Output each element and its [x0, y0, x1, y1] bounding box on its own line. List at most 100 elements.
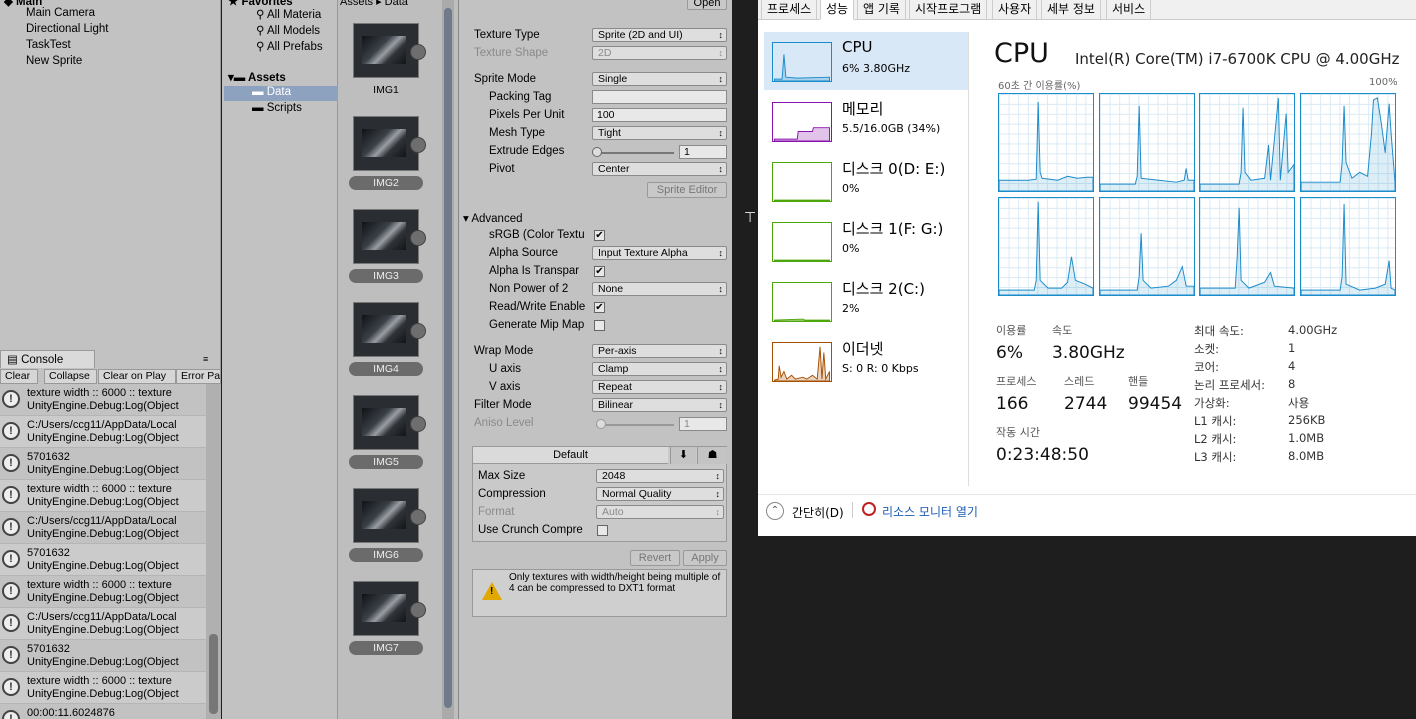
- asset-thumbnail[interactable]: [353, 209, 426, 264]
- tab-startup[interactable]: 시작프로그램: [909, 0, 988, 20]
- tab-console[interactable]: ▤ Console: [0, 350, 95, 368]
- asset-label[interactable]: IMG6: [349, 548, 423, 562]
- texture-type-dropdown[interactable]: Sprite (2D and UI): [592, 28, 727, 42]
- grid-scrollbar-thumb[interactable]: [444, 8, 452, 708]
- asset-thumbnail[interactable]: [353, 23, 426, 78]
- asset-thumbnail[interactable]: [353, 395, 426, 450]
- core-graph-line: [1099, 105, 1194, 191]
- asset-label[interactable]: IMG2: [349, 176, 423, 190]
- folder-scripts[interactable]: ▬ Scripts: [252, 102, 302, 114]
- mesh-type-dropdown[interactable]: Tight: [592, 126, 727, 140]
- fav-item-prefabs[interactable]: ⚲ All Prefabs: [256, 39, 323, 53]
- mip-map-label: Generate Mip Map: [489, 319, 585, 331]
- hierarchy-item-main-camera[interactable]: Main Camera: [26, 7, 95, 19]
- assets-folder[interactable]: ▾▬ Assets: [228, 70, 286, 84]
- perf-item[interactable]: CPU 6% 3.80GHz: [764, 32, 968, 90]
- revert-button[interactable]: Revert: [630, 550, 680, 566]
- alpha-source-dropdown[interactable]: Input Texture Alpha: [592, 246, 727, 260]
- fav-item-materials[interactable]: ⚲ All Materia: [256, 7, 321, 21]
- apply-button[interactable]: Apply: [683, 550, 727, 566]
- dark-gap: [732, 0, 758, 719]
- compression-dropdown[interactable]: Normal Quality: [596, 487, 724, 501]
- hierarchy-item-tasktest[interactable]: TaskTest: [26, 39, 71, 51]
- image-preview: [362, 36, 406, 64]
- fav-item-models[interactable]: ⚲ All Models: [256, 23, 320, 37]
- folder-icon: ▬: [252, 86, 267, 98]
- log-entry[interactable]: ! C:/Users/ccg11/AppData/Local UnityEngine…: [0, 416, 206, 448]
- breadcrumb[interactable]: Assets ▸ Data: [340, 0, 408, 8]
- asset-label[interactable]: IMG4: [349, 362, 423, 376]
- mip-map-checkbox[interactable]: [594, 320, 605, 331]
- menu-icon[interactable]: ≡: [203, 354, 208, 364]
- log-entry[interactable]: ! C:/Users/ccg11/AppData/Local UnityEngine…: [0, 512, 206, 544]
- log-entry[interactable]: ! texture width :: 6000 :: texture UnityEn…: [0, 480, 206, 512]
- log-entry[interactable]: ! 5701632 UnityEngine.Debug:Log(Object: [0, 640, 206, 672]
- scrollbar-thumb[interactable]: [209, 634, 218, 714]
- log-entry[interactable]: ! texture width :: 6000 :: texture UnityEn…: [0, 672, 206, 704]
- wrap-mode-dropdown[interactable]: Per-axis: [592, 344, 727, 358]
- log-entry[interactable]: ! texture width :: 6000 :: texture UnityEn…: [0, 576, 206, 608]
- perf-item[interactable]: 디스크 0(D: E:) 0%: [764, 152, 968, 210]
- log-entry[interactable]: ! texture width :: 6000 :: texture UnityEn…: [0, 384, 206, 416]
- perf-item[interactable]: 디스크 2(C:) 2%: [764, 272, 968, 330]
- hierarchy-item-new-sprite[interactable]: New Sprite: [26, 55, 82, 67]
- crunch-label: Use Crunch Compre: [478, 524, 583, 536]
- log-entry[interactable]: ! C:/Users/ccg11/AppData/Local UnityEngine…: [0, 608, 206, 640]
- extrude-slider-thumb[interactable]: [592, 147, 602, 157]
- sprite-mode-dropdown[interactable]: Single: [592, 72, 727, 86]
- platform-tab-default[interactable]: Default: [473, 447, 668, 464]
- error-pause-button[interactable]: Error Pa: [176, 369, 221, 384]
- asset-label[interactable]: IMG1: [349, 83, 423, 97]
- tab-processes[interactable]: 프로세스: [761, 0, 818, 20]
- tab-services[interactable]: 서비스: [1106, 0, 1152, 20]
- download-icon[interactable]: ⬇: [670, 447, 696, 464]
- read-write-checkbox[interactable]: ✔: [594, 302, 605, 313]
- tab-performance[interactable]: 성능: [820, 0, 855, 20]
- perf-item[interactable]: 이더넷 S: 0 R: 0 Kbps: [764, 332, 968, 390]
- ppu-input[interactable]: 100: [592, 108, 727, 122]
- open-button[interactable]: Open: [687, 0, 727, 10]
- hierarchy-item-directional-light[interactable]: Directional Light: [26, 23, 108, 35]
- extrude-input[interactable]: 1: [679, 145, 727, 159]
- grid-scrollbar[interactable]: [442, 0, 454, 719]
- asset-thumbnail[interactable]: [353, 302, 426, 357]
- filter-mode-dropdown[interactable]: Bilinear: [592, 398, 727, 412]
- sprite-editor-button[interactable]: Sprite Editor: [647, 182, 727, 198]
- v-axis-dropdown[interactable]: Repeat: [592, 380, 727, 394]
- asset-label[interactable]: IMG3: [349, 269, 423, 283]
- clear-button[interactable]: Clear: [0, 369, 38, 384]
- clear-on-play-button[interactable]: Clear on Play: [98, 369, 176, 384]
- perf-item[interactable]: 메모리 5.5/16.0GB (34%): [764, 92, 968, 150]
- folder-data[interactable]: ▬ Data: [252, 86, 291, 98]
- chevron-up-icon[interactable]: ⌃: [766, 502, 784, 520]
- fewer-details-link[interactable]: 간단히(D): [792, 504, 844, 521]
- srgb-checkbox[interactable]: ✔: [594, 230, 605, 241]
- android-icon[interactable]: ☗: [697, 447, 727, 464]
- alpha-transparency-checkbox[interactable]: ✔: [594, 266, 605, 277]
- scrollbar[interactable]: [206, 384, 221, 719]
- log-entry[interactable]: ! 5701632 UnityEngine.Debug:Log(Object: [0, 448, 206, 480]
- asset-thumbnail[interactable]: [353, 581, 426, 636]
- log-entry[interactable]: ! 00:00:11.6024876: [0, 704, 206, 719]
- perf-item[interactable]: 디스크 1(F: G:) 0%: [764, 212, 968, 270]
- u-axis-dropdown[interactable]: Clamp: [592, 362, 727, 376]
- pivot-dropdown[interactable]: Center: [592, 162, 727, 176]
- max-size-dropdown[interactable]: 2048: [596, 469, 724, 483]
- resource-monitor-link[interactable]: 리소스 모니터 열기: [882, 503, 978, 520]
- packing-tag-input[interactable]: [592, 90, 727, 104]
- aniso-slider-thumb: [596, 419, 606, 429]
- asset-label[interactable]: IMG5: [349, 455, 423, 469]
- asset-thumbnail[interactable]: [353, 116, 426, 171]
- asset-thumbnail[interactable]: [353, 488, 426, 543]
- collapse-button[interactable]: Collapse: [44, 369, 97, 384]
- crunch-checkbox[interactable]: [597, 525, 608, 536]
- npot-dropdown[interactable]: None: [592, 282, 727, 296]
- tab-app-history[interactable]: 앱 기록: [857, 0, 906, 20]
- advanced-foldout[interactable]: ▾ Advanced: [463, 211, 523, 225]
- tab-users[interactable]: 사용자: [992, 0, 1038, 20]
- log-entry[interactable]: ! 5701632 UnityEngine.Debug:Log(Object: [0, 544, 206, 576]
- thumbnail-graph: [773, 199, 831, 202]
- tab-details[interactable]: 세부 정보: [1041, 0, 1101, 20]
- extrude-slider[interactable]: [596, 152, 674, 154]
- asset-label[interactable]: IMG7: [349, 641, 423, 655]
